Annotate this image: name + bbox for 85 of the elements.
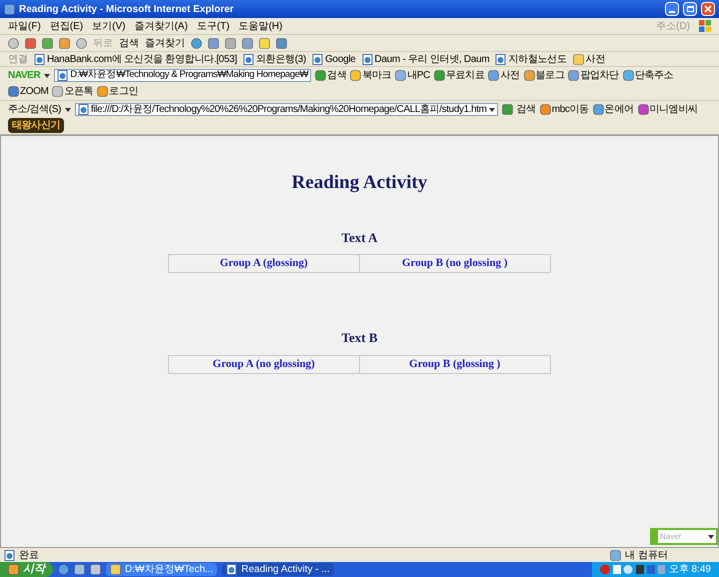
tray-icons-drawing [600,564,666,575]
group-link[interactable]: Group A (no glossing) [212,356,315,372]
naver-toolbar-item[interactable]: 검색 [327,68,346,83]
clock: 오후 8:49 [668,563,711,577]
page-icon [362,54,373,64]
naver-toolbar-item[interactable]: 블로그 [536,68,564,83]
page-icon [57,70,68,81]
taskbar-task[interactable]: D:₩차윤정₩Tech... [106,563,218,576]
close-icon [704,5,712,13]
toolbar-item-icon [638,104,649,115]
group-link[interactable]: Group B (no glossing ) [402,255,508,272]
naver-search-text: D:₩차윤정₩Technology & Programs₩Making Homepage₩ [70,68,308,82]
group-link[interactable]: Group A (glossing) [220,255,308,272]
menu-item[interactable]: 편집(E) [50,18,84,34]
caret-icon [488,108,495,112]
close-button[interactable] [701,2,715,16]
toolbar-item-icon [568,70,580,81]
page-icon [78,104,89,115]
favorite-link[interactable]: 지하철노선도 [508,52,567,66]
group-link[interactable]: Group B (glossing ) [409,356,500,372]
menu-item[interactable]: 도구(T) [196,18,230,34]
toolbar-item-icon [622,70,634,81]
go-search-button[interactable]: 검색 [516,102,536,117]
address-label: 주소/검색(S) [8,103,61,117]
favorite-link[interactable]: Daum - 우리 인터넷, Daum [374,52,490,66]
naver-toolbar-item[interactable]: 팝업차단 [580,68,619,83]
status-text: 완료 [19,548,39,562]
menu-item[interactable]: 도움말(H) [238,18,282,34]
caret-icon [64,108,71,112]
section-heading: Text A [342,228,378,246]
maximize-button[interactable] [683,2,697,16]
toolbar-item-icon [97,86,108,97]
mbc-toolbar-item[interactable]: 온에어 [604,102,634,117]
start-button[interactable]: 시작 [0,562,53,577]
menu-item[interactable]: 보기(V) [92,18,126,34]
windows-logo-icon [699,20,711,32]
toolbar-item-icon [434,70,445,81]
widget-placeholder: Naver [660,530,682,542]
mbc-toolbar-item[interactable]: mbc이동 [552,102,589,117]
page-icon [242,54,254,64]
favorite-link[interactable]: 외환은행(3) [256,52,306,66]
page-icon [34,54,45,64]
mbc-toolbar-item[interactable]: 미니엠비씨 [650,102,698,117]
toolbar-item-icon [592,104,604,115]
toolbar-item-icon [540,104,551,115]
naver-toolbar-item[interactable]: 오픈톡 [64,84,94,99]
taskbar-task[interactable]: Reading Activity - ... [222,563,334,576]
favorite-link[interactable]: HanaBank.com에 오신것을 환영합니다.[053] [47,52,237,66]
naver-toolbar-item[interactable]: 사전 [500,68,520,83]
page-icon [226,564,238,575]
task-label: Reading Activity - ... [241,563,330,577]
caret-icon [708,534,714,538]
toolbar-item-icon [315,70,326,81]
naver-toolbar-item[interactable]: 북마크 [362,68,392,83]
menu-item[interactable]: 파일(F) [8,18,41,34]
section-heading: Text B [342,329,378,347]
task-label: D:₩차윤정₩Tech... [125,563,214,577]
naver-search-field[interactable]: D:₩차윤정₩Technology & Programs₩Making Homepage₩ [54,69,312,82]
address-menu-label: 주소(D) [656,20,690,34]
favorite-link[interactable]: Google [325,52,356,66]
naver-toolbar-item[interactable]: 단축주소 [634,68,674,83]
toolbar-item-icon [524,70,535,81]
toolbar-item-icon [395,70,406,81]
page-icon [312,54,324,64]
naver-toolbar-item[interactable]: 내PC [407,68,430,83]
toolbar-item-icon [8,86,19,97]
minimize-button[interactable] [665,2,679,16]
favorite-link[interactable]: 사전 [586,52,606,66]
naver-toolbar-item[interactable]: 로그인 [109,84,138,99]
naver-toolbar-item[interactable]: 무료치료 [446,68,484,83]
zone-text: 내 컴퓨터 [625,548,669,562]
toolbar-button[interactable]: 검색 [119,36,139,50]
toolbar-button[interactable]: 즐겨찾기 [145,36,185,50]
page-icon [4,550,15,560]
menu-item[interactable]: 즐겨찾기(A) [134,18,188,34]
page-icon [495,54,506,64]
window-title: Reading Activity - Microsoft Internet Explorer [19,2,234,16]
banner-button[interactable]: 태왕사신기 [8,118,64,133]
page-heading: Reading Activity [292,171,428,195]
toolbar-item-icon [52,86,64,97]
toolbar-item-icon [350,70,362,81]
toolbar-item-icon [488,70,500,81]
naver-toolbar-item[interactable]: ZOOM [20,84,48,99]
caret-icon [44,74,50,78]
links-label: 연결 [8,52,28,66]
